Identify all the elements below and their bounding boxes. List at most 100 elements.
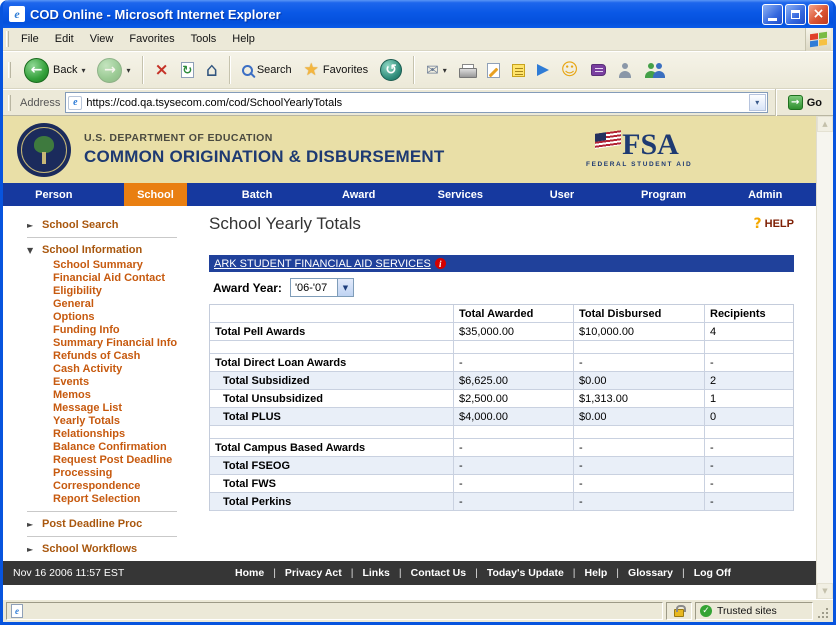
tab-user[interactable]: User	[511, 183, 613, 206]
sidebar-item-financial-aid-contact[interactable]: Financial Aid Contact	[53, 272, 203, 285]
sidebar-item-yearly-totals[interactable]: Yearly Totals	[53, 415, 203, 428]
page-viewport: U.S. DEPARTMENT OF EDUCATION COMMON ORIG…	[3, 116, 833, 599]
send-button[interactable]	[534, 62, 552, 78]
security-zone-label: Trusted sites	[717, 605, 777, 617]
security-zone-panel: ✓ Trusted sites	[695, 602, 813, 620]
award-year-dropdown-icon[interactable]: ▼	[337, 279, 353, 296]
addressbar-grip-handle[interactable]	[8, 95, 11, 111]
sidebar-divider	[27, 511, 177, 512]
forward-dropdown-icon[interactable]: ▾	[126, 66, 130, 75]
sidebar-item-processing[interactable]: Processing	[53, 467, 203, 480]
footer-link-home[interactable]: Home	[235, 567, 264, 579]
table-row-plus: Total PLUS $4,000.00 $0.00 0	[210, 408, 793, 426]
forward-button[interactable]: → ▾	[94, 56, 133, 85]
resize-grip[interactable]	[817, 607, 830, 620]
sidebar-item-summary-financial-info[interactable]: Summary Financial Info	[53, 337, 203, 350]
footer-link-links[interactable]: Links	[362, 567, 389, 579]
mail-button[interactable]: ✉ ▾	[423, 61, 450, 80]
home-button[interactable]: ⌂	[203, 59, 221, 82]
menu-help[interactable]: Help	[224, 30, 263, 48]
collapsed-arrow-icon: ►	[27, 221, 36, 230]
sidebar-item-correspondence[interactable]: Correspondence	[53, 480, 203, 493]
tab-program[interactable]: Program	[613, 183, 715, 206]
footer-link-contact-us[interactable]: Contact Us	[411, 567, 466, 579]
sidebar-item-events[interactable]: Events	[53, 376, 203, 389]
vertical-scrollbar[interactable]: ▲ ▼	[816, 116, 833, 599]
fsa-logo: FSA FEDERAL STUDENT AID	[582, 131, 692, 169]
sidebar-item-relationships[interactable]: Relationships	[53, 428, 203, 441]
sidebar-item-options[interactable]: Options	[53, 311, 203, 324]
tab-person[interactable]: Person	[3, 183, 105, 206]
back-button[interactable]: ← Back ▾	[21, 56, 88, 85]
school-info-icon[interactable]: i	[435, 258, 446, 269]
refresh-button[interactable]: ↻	[178, 60, 197, 80]
dept-name: U.S. DEPARTMENT OF EDUCATION	[84, 132, 444, 144]
contacts-button[interactable]	[641, 61, 669, 80]
menu-favorites[interactable]: Favorites	[121, 30, 182, 48]
go-button[interactable]: → Go	[784, 93, 829, 112]
tab-batch[interactable]: Batch	[206, 183, 308, 206]
sidebar-item-eligibility[interactable]: Eligibility	[53, 285, 203, 298]
table-spacer-row	[210, 341, 793, 354]
menu-file[interactable]: File	[13, 30, 47, 48]
security-lock-panel	[666, 602, 692, 620]
sidebar-item-report-selection[interactable]: Report Selection	[53, 493, 203, 506]
tab-award[interactable]: Award	[308, 183, 410, 206]
sidebar-item-balance-confirmation[interactable]: Balance Confirmation	[53, 441, 203, 454]
sidebar-item-refunds-of-cash[interactable]: Refunds of Cash	[53, 350, 203, 363]
school-name-link[interactable]: ARK STUDENT FINANCIAL AID SERVICES	[214, 258, 431, 270]
history-button[interactable]: ↺	[377, 57, 405, 83]
address-dropdown-button[interactable]: ▾	[749, 94, 766, 111]
sidebar-item-school-information[interactable]: ▼ School Information	[27, 241, 203, 259]
back-label: Back	[53, 64, 77, 76]
sidebar-item-memos[interactable]: Memos	[53, 389, 203, 402]
scroll-up-button[interactable]: ▲	[817, 116, 833, 132]
back-dropdown-icon[interactable]: ▾	[81, 66, 85, 75]
table-row-campus-based: Total Campus Based Awards - - -	[210, 439, 793, 457]
menu-tools[interactable]: Tools	[183, 30, 225, 48]
close-button[interactable]: ×	[808, 4, 829, 25]
sidebar-item-request-post-deadline[interactable]: Request Post Deadline	[53, 454, 203, 467]
fsa-subtitle: FEDERAL STUDENT AID	[586, 161, 692, 168]
profile-button[interactable]	[615, 61, 635, 80]
messenger-button[interactable]: ☺	[558, 60, 582, 81]
footer-link-log-off[interactable]: Log Off	[694, 567, 731, 579]
discuss-button[interactable]	[509, 62, 528, 79]
menu-edit[interactable]: Edit	[47, 30, 82, 48]
award-year-label: Award Year:	[213, 281, 282, 295]
menu-grip-handle[interactable]	[6, 31, 9, 47]
print-button[interactable]	[456, 62, 478, 79]
sidebar-item-school-workflows[interactable]: ► School Workflows	[27, 540, 203, 558]
sidebar-item-school-search[interactable]: ► School Search	[27, 216, 203, 234]
sidebar-item-cash-activity[interactable]: Cash Activity	[53, 363, 203, 376]
research-button[interactable]	[588, 62, 609, 78]
tab-school[interactable]: School	[105, 183, 207, 206]
sidebar-item-funding-info[interactable]: Funding Info	[53, 324, 203, 337]
sidebar-item-general[interactable]: General	[53, 298, 203, 311]
search-button[interactable]: Search	[239, 62, 295, 78]
print-icon	[459, 64, 475, 77]
stop-button[interactable]: ×	[152, 60, 172, 81]
menu-view[interactable]: View	[82, 30, 122, 48]
go-label: Go	[807, 97, 822, 109]
footer-link-glossary[interactable]: Glossary	[628, 567, 673, 579]
footer-link-privacy-act[interactable]: Privacy Act	[285, 567, 342, 579]
scroll-down-button[interactable]: ▼	[817, 583, 833, 599]
minimize-button[interactable]	[762, 4, 783, 25]
sidebar-item-post-deadline-proc[interactable]: ► Post Deadline Proc	[27, 515, 203, 533]
footer-link-help[interactable]: Help	[585, 567, 608, 579]
favorites-button[interactable]: ★ Favorites	[301, 60, 372, 81]
sidebar-item-school-summary[interactable]: School Summary	[53, 259, 203, 272]
tab-services[interactable]: Services	[410, 183, 512, 206]
tab-admin[interactable]: Admin	[714, 183, 816, 206]
help-button[interactable]: ? HELP	[754, 216, 794, 232]
toolbar-grip-handle[interactable]	[8, 62, 11, 78]
profile-person-icon	[618, 63, 632, 78]
maximize-button[interactable]	[785, 4, 806, 25]
edit-button[interactable]	[484, 61, 503, 80]
address-input[interactable]: e https://cod.qa.tsysecom.com/cod/School…	[65, 92, 767, 113]
sidebar-item-message-list[interactable]: Message List	[53, 402, 203, 415]
footer-link-todays-update[interactable]: Today's Update	[487, 567, 564, 579]
mail-dropdown-icon[interactable]: ▾	[443, 66, 447, 75]
award-year-select[interactable]: '06-'07 ▼	[290, 278, 354, 297]
